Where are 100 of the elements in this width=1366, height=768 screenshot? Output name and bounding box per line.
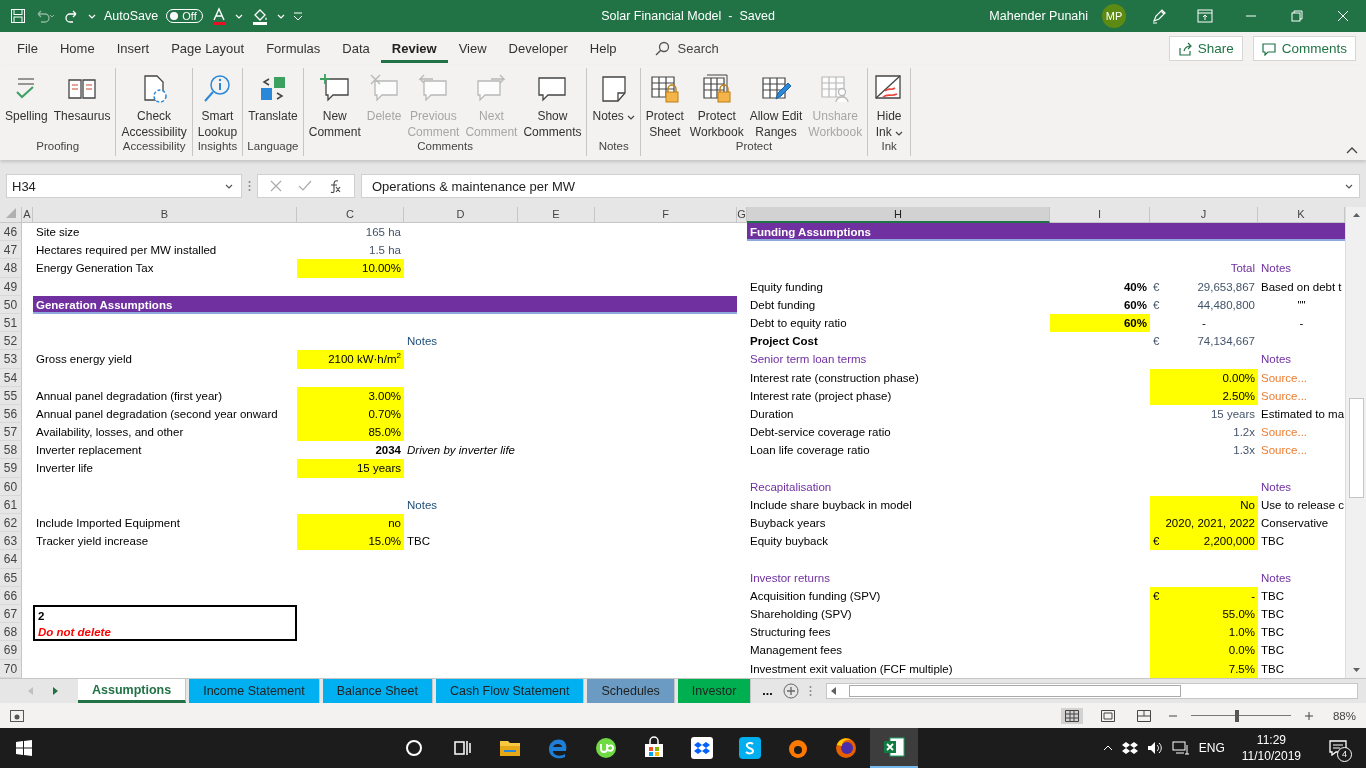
- more-tabs[interactable]: ...: [762, 684, 773, 698]
- scroll-thumb[interactable]: [1348, 398, 1364, 498]
- sheet-tab[interactable]: Schedules: [587, 679, 675, 703]
- check-icon[interactable]: [298, 180, 312, 192]
- clock-date[interactable]: 11/10/2019: [1241, 748, 1301, 764]
- sheet-tab[interactable]: Assumptions: [78, 679, 187, 703]
- zoom-level[interactable]: 88%: [1332, 709, 1356, 722]
- column-header[interactable]: J: [1150, 207, 1258, 223]
- box-tray-icon[interactable]: [1121, 741, 1138, 755]
- tray-up-icon[interactable]: [1102, 745, 1113, 751]
- function-icon[interactable]: [328, 179, 342, 193]
- column-header[interactable]: D: [404, 207, 518, 223]
- sheet-tab[interactable]: Income Statement: [189, 679, 320, 703]
- caret-icon[interactable]: [225, 183, 233, 189]
- menu-tab[interactable]: Developer: [497, 34, 579, 63]
- notification-icon[interactable]: [1329, 740, 1347, 756]
- ribbon-display-icon[interactable]: [1197, 9, 1213, 23]
- add-sheet-icon[interactable]: [782, 683, 799, 699]
- row-header[interactable]: 59: [0, 459, 22, 478]
- restore-icon[interactable]: [1291, 10, 1303, 22]
- search-field[interactable]: Search: [677, 41, 768, 56]
- sheet-tab[interactable]: Balance Sheet: [322, 679, 433, 703]
- horizontal-scrollbar[interactable]: [825, 683, 1358, 699]
- row-header[interactable]: 57: [0, 423, 22, 442]
- column-header[interactable]: I: [1050, 207, 1150, 223]
- drag-handle-icon[interactable]: [248, 180, 251, 192]
- ribbon-button[interactable]: Hide Ink: [870, 68, 909, 140]
- row-header[interactable]: 53: [0, 350, 22, 369]
- menu-tab[interactable]: Home: [48, 34, 106, 63]
- customize-icon[interactable]: [292, 11, 303, 21]
- row-header[interactable]: 48: [0, 259, 22, 278]
- scroll-down-icon[interactable]: [1351, 667, 1361, 673]
- pen-icon[interactable]: [1150, 7, 1168, 25]
- column-header[interactable]: H: [747, 207, 1050, 223]
- column-header[interactable]: C: [297, 207, 404, 223]
- column-header[interactable]: E: [518, 207, 595, 223]
- save-icon[interactable]: [10, 8, 26, 24]
- caret-icon[interactable]: [1345, 183, 1353, 189]
- row-header[interactable]: 58: [0, 441, 22, 460]
- user-avatar[interactable]: MP: [1102, 4, 1126, 28]
- page-break-icon[interactable]: [1136, 709, 1151, 722]
- search-icon[interactable]: [653, 40, 670, 57]
- language-indicator[interactable]: ENG: [1198, 741, 1225, 755]
- sheet-tab[interactable]: Investor: [677, 679, 752, 703]
- ribbon-button[interactable]: Check Accessibility: [118, 68, 190, 140]
- clock-time[interactable]: 11:29: [1256, 732, 1286, 748]
- ribbon-button[interactable]: Thesaurus: [50, 68, 114, 124]
- row-header[interactable]: 68: [0, 623, 22, 642]
- ribbon-button[interactable]: Protect Sheet: [642, 68, 687, 140]
- column-header[interactable]: K: [1258, 207, 1345, 223]
- scroll-up-icon[interactable]: [1351, 212, 1361, 218]
- menu-tab[interactable]: Page Layout: [160, 34, 256, 63]
- share-button[interactable]: Share: [1168, 36, 1243, 61]
- menu-tab[interactable]: Help: [578, 34, 628, 63]
- ribbon-button[interactable]: New Comment: [305, 68, 364, 140]
- scroll-left-icon[interactable]: [830, 687, 837, 695]
- row-header[interactable]: 62: [0, 514, 22, 533]
- ribbon-button[interactable]: Show Comments: [520, 68, 585, 140]
- caret-icon[interactable]: [626, 115, 635, 120]
- ribbon-button[interactable]: Spelling: [2, 68, 51, 124]
- ribbon-button[interactable]: Protect Workbook: [686, 68, 747, 140]
- menu-tab[interactable]: Data: [331, 34, 381, 63]
- row-header[interactable]: 64: [0, 550, 22, 569]
- drag-handle-icon[interactable]: [808, 685, 812, 697]
- sheet-tab[interactable]: Cash Flow Statement: [435, 679, 585, 703]
- normal-view-icon[interactable]: [1064, 709, 1079, 722]
- menu-tab[interactable]: View: [447, 34, 498, 63]
- comments-button[interactable]: Comments: [1252, 36, 1356, 61]
- page-layout-icon[interactable]: [1100, 709, 1115, 722]
- row-label: Debt-service coverage ratio: [750, 425, 891, 441]
- zoom-in-icon[interactable]: [1304, 711, 1313, 720]
- close-icon[interactable]: [1337, 10, 1349, 22]
- caret-icon[interactable]: [894, 131, 903, 136]
- ribbon-button[interactable]: Allow Edit Ranges: [746, 68, 806, 140]
- ribbon-button[interactable]: Translate: [245, 68, 301, 124]
- column-header[interactable]: F: [595, 207, 737, 223]
- formula-field[interactable]: Operations & maintenance per MW: [361, 174, 1360, 198]
- network-icon[interactable]: [1171, 741, 1190, 755]
- menu-tab[interactable]: Insert: [105, 34, 161, 63]
- menu-tab[interactable]: Review: [380, 34, 448, 63]
- column-header[interactable]: B: [33, 207, 297, 223]
- row-header[interactable]: 63: [0, 532, 22, 551]
- menu-tab[interactable]: File: [6, 34, 49, 63]
- row-header[interactable]: 69: [0, 641, 22, 660]
- ribbon-button[interactable]: Smart Lookup: [194, 68, 241, 140]
- fill-color-icon[interactable]: [250, 7, 269, 25]
- macro-record-icon[interactable]: [10, 709, 24, 722]
- volume-icon[interactable]: [1146, 741, 1163, 755]
- ribbon-button[interactable]: Notes: [589, 68, 638, 124]
- row-header[interactable]: 47: [0, 241, 22, 260]
- windows-start-icon[interactable]: [16, 740, 32, 756]
- font-color-icon[interactable]: [210, 7, 227, 25]
- row-header[interactable]: 46: [0, 223, 22, 242]
- slider-thumb[interactable]: [1234, 709, 1239, 722]
- row-header[interactable]: 52: [0, 332, 22, 351]
- taskbar-button[interactable]: [870, 728, 918, 768]
- menu-tab[interactable]: Formulas: [255, 34, 332, 63]
- name-box[interactable]: H34: [6, 174, 242, 198]
- scroll-right-icon[interactable]: [53, 687, 58, 695]
- collapse-icon[interactable]: [1346, 146, 1358, 154]
